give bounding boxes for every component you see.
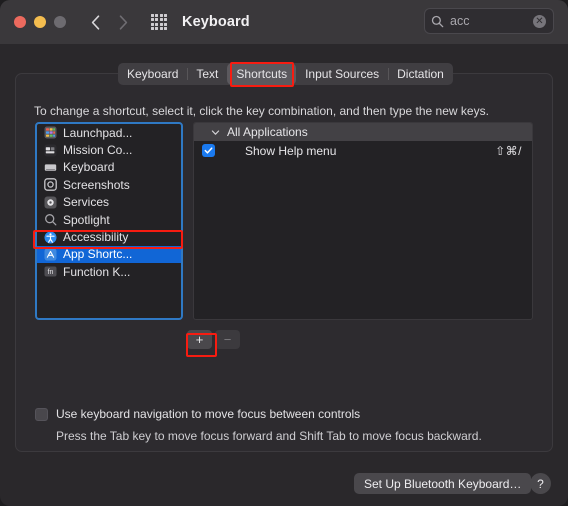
screenshots-icon <box>44 178 57 192</box>
tab-shortcuts[interactable]: Shortcuts <box>227 63 297 85</box>
back-button[interactable] <box>84 10 106 34</box>
zoom-button[interactable] <box>54 16 66 28</box>
page-title: Keyboard <box>182 14 250 30</box>
sidebar-item-keyboard[interactable]: Keyboard <box>37 159 181 176</box>
mission-control-icon <box>44 144 57 157</box>
search-field[interactable]: acc ✕ <box>424 8 554 34</box>
sidebar-item-mission-control[interactable]: Mission Co... <box>37 141 181 158</box>
services-gear-icon <box>44 196 57 209</box>
shortcut-group-label: All Applications <box>227 125 308 139</box>
preferences-tab-bar: Keyboard Text Shortcuts Input Sources Di… <box>118 63 453 85</box>
launchpad-icon <box>44 126 57 139</box>
remove-shortcut-button[interactable]: − <box>215 330 240 349</box>
keyboard-navigation-row[interactable]: Use keyboard navigation to move focus be… <box>35 407 360 421</box>
navigation-buttons <box>84 10 134 34</box>
shortcut-group-header[interactable]: All Applications <box>194 123 532 141</box>
tab-input-sources[interactable]: Input Sources <box>296 63 388 85</box>
sidebar-item-label: Accessibility <box>63 230 129 245</box>
chevron-left-icon <box>91 14 99 30</box>
minimize-button[interactable] <box>34 16 46 28</box>
keyboard-icon <box>44 164 57 171</box>
shortcut-name: Show Help menu <box>245 143 337 158</box>
keyboard-navigation-sublabel: Press the Tab key to move focus forward … <box>56 429 482 443</box>
setup-bluetooth-keyboard-button[interactable]: Set Up Bluetooth Keyboard… <box>354 473 532 494</box>
sidebar-item-spotlight[interactable]: Spotlight <box>37 211 181 228</box>
chevron-right-icon <box>119 14 127 30</box>
sidebar-item-label: App Shortc... <box>63 247 133 262</box>
close-button[interactable] <box>14 16 26 28</box>
add-shortcut-button[interactable]: + <box>187 330 212 349</box>
preferences-panel: To change a shortcut, select it, click t… <box>15 73 553 452</box>
instruction-text: To change a shortcut, select it, click t… <box>34 104 489 118</box>
window-toolbar: Keyboard acc ✕ <box>0 0 568 44</box>
traffic-light-buttons <box>14 16 66 28</box>
tab-text[interactable]: Text <box>187 63 227 85</box>
spotlight-search-icon <box>45 214 57 226</box>
sidebar-item-label: Keyboard <box>63 160 115 175</box>
list-controls: + − <box>187 330 240 349</box>
sidebar-item-app-shortcuts[interactable]: App Shortc... <box>37 245 181 264</box>
svg-text:fn: fn <box>48 269 54 276</box>
app-shortcuts-icon <box>44 248 57 261</box>
shortcut-enabled-checkbox[interactable] <box>202 144 215 157</box>
table-row[interactable]: Show Help menu ⇧⌘/ <box>194 141 532 160</box>
sidebar-item-screenshots[interactable]: Screenshots <box>37 176 181 193</box>
sidebar-item-label: Spotlight <box>63 212 110 227</box>
search-icon <box>431 15 444 27</box>
chevron-down-icon[interactable] <box>211 128 220 137</box>
sidebar-item-label: Mission Co... <box>63 143 133 158</box>
shortcut-detail-list[interactable]: All Applications Show Help menu ⇧⌘/ <box>193 122 533 320</box>
sidebar-item-label: Services <box>63 195 110 210</box>
grid-view-icon[interactable] <box>150 13 168 31</box>
keyboard-navigation-checkbox[interactable] <box>35 407 48 421</box>
sidebar-item-function-keys[interactable]: fn Function K... <box>37 263 181 280</box>
accessibility-icon <box>44 231 57 244</box>
tab-dictation[interactable]: Dictation <box>388 63 453 85</box>
tab-keyboard[interactable]: Keyboard <box>118 63 187 85</box>
keyboard-navigation-label: Use keyboard navigation to move focus be… <box>56 407 361 421</box>
search-input[interactable]: acc <box>450 14 533 28</box>
shortcut-category-list[interactable]: Launchpad... Mission Co... Keyboard Scre… <box>35 122 183 320</box>
sidebar-item-accessibility[interactable]: Accessibility <box>37 228 181 245</box>
sidebar-item-label: Function K... <box>63 264 131 279</box>
sidebar-item-label: Screenshots <box>63 177 130 192</box>
checkmark-icon <box>204 147 213 154</box>
help-button[interactable]: ? <box>530 473 551 494</box>
clear-search-icon[interactable]: ✕ <box>533 14 546 28</box>
keyboard-preferences-window: Keyboard acc ✕ To change a shortcut, sel… <box>0 0 568 506</box>
sidebar-item-label: Launchpad... <box>63 125 133 140</box>
shortcut-key-combination[interactable]: ⇧⌘/ <box>495 144 522 158</box>
sidebar-item-launchpad[interactable]: Launchpad... <box>37 124 181 141</box>
sidebar-item-services[interactable]: Services <box>37 194 181 211</box>
forward-button[interactable] <box>112 10 134 34</box>
function-keys-fn-icon: fn <box>44 266 57 277</box>
